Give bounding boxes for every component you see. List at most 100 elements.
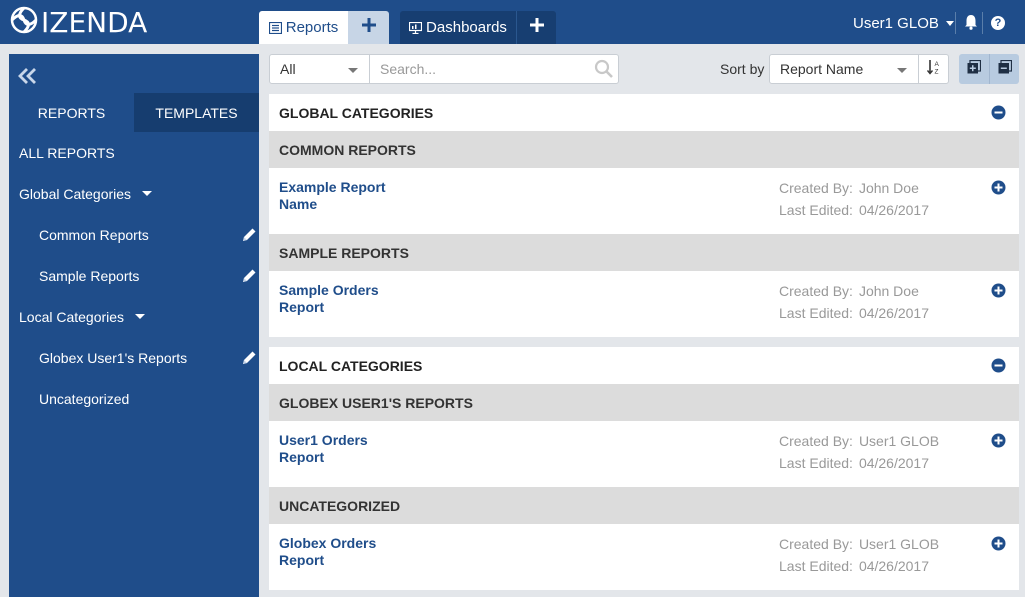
report-name-link[interactable]: Globex Orders Report	[279, 535, 399, 569]
filter-select[interactable]: All	[269, 54, 370, 84]
sidebar-item-local-categories[interactable]: Local Categories	[9, 296, 259, 337]
sort-select[interactable]: Report Name	[769, 54, 919, 84]
created-by-label: Created By:	[779, 433, 853, 449]
created-by-label: Created By:	[779, 283, 853, 299]
created-by-value: User1 GLOB	[858, 433, 940, 449]
sidebar-item-label: Uncategorized	[39, 390, 130, 407]
report-name-line: Report	[279, 299, 325, 315]
category-header: SAMPLE REPORTS	[269, 234, 1019, 271]
last-edited: Last Edited: 04/26/2017	[779, 202, 929, 218]
sidebar-item-common-reports[interactable]: Common Reports	[9, 214, 259, 255]
pencil-icon[interactable]	[242, 350, 257, 368]
report-name-line: Example Report	[279, 179, 386, 195]
sidebar-item-label: Common Reports	[39, 226, 149, 243]
created-by-value: John Doe	[858, 180, 919, 196]
izenda-logo[interactable]: IZENDA	[10, 6, 147, 39]
user-name: User1 GLOB	[853, 15, 939, 32]
report-name-link[interactable]: Sample Orders Report	[279, 282, 399, 316]
category-header: GLOBEX USER1'S REPORTS	[269, 384, 1019, 421]
chevron-down-icon	[897, 68, 907, 73]
sort-label: Sort by	[720, 61, 765, 77]
category-header: UNCATEGORIZED	[269, 487, 1019, 524]
sidebar-tabs: REPORTS TEMPLATES	[9, 93, 259, 132]
last-edited-label: Last Edited:	[779, 202, 853, 218]
sort-select-value: Report Name	[780, 61, 864, 77]
tab-dashboards[interactable]: Dashboards	[400, 11, 516, 44]
tab-sidebar-templates[interactable]: TEMPLATES	[134, 93, 259, 132]
report-name-link[interactable]: Example Report Name	[279, 179, 399, 213]
category-group-title: GLOBAL CATEGORIES	[279, 104, 434, 121]
user-menu[interactable]: User1 GLOB	[853, 15, 954, 32]
pencil-icon[interactable]	[242, 227, 257, 245]
category-title: SAMPLE REPORTS	[279, 244, 409, 261]
help-icon[interactable]: ?	[991, 16, 1005, 30]
created-by: Created By: John Doe	[779, 180, 919, 196]
report-name-line: Report	[279, 449, 325, 465]
expand-circle-icon[interactable]	[991, 283, 1006, 303]
tab-reports[interactable]: Reports	[259, 11, 348, 44]
tab-dashboards-label: Dashboards	[426, 19, 507, 36]
search-input[interactable]	[370, 55, 580, 83]
chevron-down-icon	[945, 21, 954, 26]
report-name-link[interactable]: User1 Orders Report	[279, 432, 399, 466]
bell-icon[interactable]	[964, 14, 978, 35]
collapse-all-button[interactable]	[989, 54, 1019, 84]
collapse-sidebar-icon[interactable]	[18, 67, 38, 90]
report-row[interactable]: Globex Orders Report Created By: User1 GL…	[269, 524, 1019, 590]
chevron-down-icon[interactable]	[135, 314, 146, 319]
new-dashboard-button[interactable]	[516, 11, 556, 44]
plus-icon	[361, 18, 376, 37]
report-row[interactable]: User1 Orders Report Created By: User1 GLO…	[269, 421, 1019, 487]
last-edited-value: 04/26/2017	[858, 305, 930, 321]
sidebar-item-label: Sample Reports	[39, 267, 140, 284]
top-bar: IZENDA Reports Dashboards User1 GLOB ?	[0, 0, 1025, 44]
dashboard-icon	[409, 21, 423, 34]
logo-swirl-icon	[10, 6, 38, 39]
expand-all-icon	[967, 59, 982, 79]
sidebar-item-sample-reports[interactable]: Sample Reports	[9, 255, 259, 296]
report-row[interactable]: Sample Orders Report Created By: John Doe…	[269, 271, 1019, 337]
report-name-line: Name	[279, 196, 318, 212]
report-name-line: Globex Orders	[279, 535, 377, 551]
last-edited-label: Last Edited:	[779, 305, 853, 321]
expand-circle-icon[interactable]	[991, 180, 1006, 200]
category-title: COMMON REPORTS	[279, 141, 416, 158]
last-edited-label: Last Edited:	[779, 455, 853, 471]
report-icon	[268, 21, 282, 34]
report-row[interactable]: Example Report Name Created By: John Doe …	[269, 168, 1019, 234]
category-header: COMMON REPORTS	[269, 131, 1019, 168]
last-edited-value: 04/26/2017	[858, 455, 930, 471]
collapse-all-icon	[998, 59, 1012, 79]
pencil-icon[interactable]	[242, 268, 257, 286]
tab-reports-label: Reports	[285, 19, 339, 36]
created-by: Created By: User1 GLOB	[779, 433, 939, 449]
sidebar-item-globex-user1-reports[interactable]: Globex User1's Reports	[9, 337, 259, 378]
sidebar-item-global-categories[interactable]: Global Categories	[9, 173, 259, 214]
collapse-circle-icon[interactable]	[991, 358, 1006, 376]
chevron-down-icon	[348, 68, 358, 73]
expand-all-button[interactable]	[959, 54, 989, 84]
sort-direction-button[interactable]: A Z	[918, 54, 949, 84]
search-icon[interactable]	[594, 59, 614, 84]
svg-text:A: A	[934, 61, 939, 68]
expand-circle-icon[interactable]	[991, 536, 1006, 556]
category-group-panel: LOCAL CATEGORIES GLOBEX USER1'S REPORTS …	[269, 347, 1019, 590]
sidebar-item-label: Local Categories	[19, 308, 125, 325]
sidebar-item-all-reports[interactable]: ALL REPORTS	[9, 132, 259, 173]
tab-sidebar-reports[interactable]: REPORTS	[9, 93, 134, 132]
report-name-line: Report	[279, 552, 325, 568]
category-group-header[interactable]: LOCAL CATEGORIES	[269, 347, 1019, 384]
last-edited-value: 04/26/2017	[858, 558, 930, 574]
sidebar-item-label: Global Categories	[19, 185, 132, 202]
category-group-header[interactable]: GLOBAL CATEGORIES	[269, 94, 1019, 131]
plus-icon	[529, 18, 544, 37]
last-edited-label: Last Edited:	[779, 558, 853, 574]
created-by-value: User1 GLOB	[858, 536, 940, 552]
divider	[982, 12, 983, 34]
new-report-button[interactable]	[348, 11, 389, 44]
last-edited-value: 04/26/2017	[858, 202, 930, 218]
chevron-down-icon[interactable]	[142, 191, 153, 196]
sidebar-item-uncategorized[interactable]: Uncategorized	[9, 378, 259, 419]
collapse-circle-icon[interactable]	[991, 105, 1006, 123]
expand-circle-icon[interactable]	[991, 433, 1006, 453]
